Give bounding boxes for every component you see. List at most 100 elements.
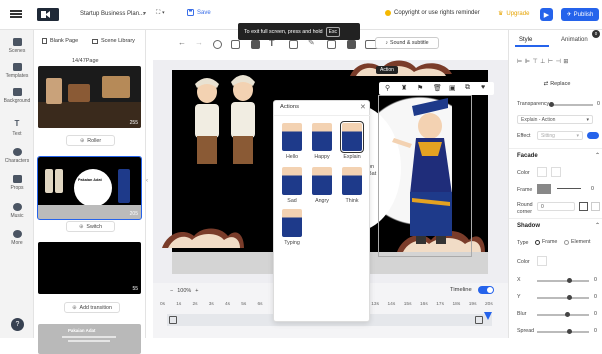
circle-tool-icon[interactable] xyxy=(213,40,222,49)
actions-title: Actions xyxy=(280,104,300,110)
rail-item-characters[interactable]: Characters xyxy=(0,148,34,164)
help-button[interactable]: ? xyxy=(11,318,24,331)
collapse-icon[interactable]: ⌃ xyxy=(595,222,600,229)
transition-button[interactable]: ⊕ Switch xyxy=(66,221,115,232)
rail-item-text[interactable]: T Text xyxy=(0,120,34,138)
eyedropper-icon[interactable] xyxy=(551,167,561,177)
explaining-woman-character[interactable] xyxy=(392,98,470,250)
shadow-x-slider[interactable] xyxy=(537,280,589,282)
shape-tool-icon[interactable] xyxy=(347,40,356,49)
tab-scene-library[interactable]: Scene Library xyxy=(92,38,135,44)
corner-all-icon[interactable] xyxy=(579,202,588,211)
zoom-in-icon[interactable]: + xyxy=(195,288,198,294)
track-start-handle[interactable] xyxy=(169,316,177,324)
transition-button[interactable]: ⊕ Roller xyxy=(66,135,115,146)
timeline-toggle[interactable] xyxy=(478,286,494,294)
ruler-tick-label: 19s xyxy=(468,302,477,307)
shadow-blur-knob[interactable] xyxy=(565,312,570,317)
scene-thumbnail-selected[interactable]: Pakaian Adat 205 xyxy=(37,156,142,220)
link-tool-icon[interactable] xyxy=(251,40,260,49)
track-end-handle[interactable] xyxy=(475,316,483,324)
shadow-blur-slider[interactable] xyxy=(537,314,589,316)
rail-item-background[interactable]: Background xyxy=(0,88,34,104)
walk-icon[interactable]: ♜ xyxy=(401,84,407,92)
upgrade-button[interactable]: ♛ Upgrade xyxy=(498,10,529,18)
hamburger-menu-icon[interactable] xyxy=(10,8,22,20)
rail-item-scenes[interactable]: Scenes xyxy=(0,38,34,54)
sticker-tool-icon[interactable] xyxy=(327,40,336,49)
favorite-icon[interactable]: ♥ xyxy=(481,84,485,91)
effect-toggle[interactable] xyxy=(587,132,599,139)
scene-thumbnail[interactable]: Pakaian Adat xyxy=(38,324,141,354)
replace-button[interactable]: ⇄ Replace xyxy=(531,78,583,89)
zoom-control[interactable]: − 100% + xyxy=(170,288,199,294)
ruler-tick-label: 0s xyxy=(160,302,166,307)
tooltip-text: To exit full screen, press and hold xyxy=(244,28,323,35)
rail-item-music[interactable]: Music xyxy=(0,203,34,219)
delete-icon[interactable]: 🗑 xyxy=(433,84,442,92)
character-edit-icon[interactable]: ⚑ xyxy=(417,84,423,92)
action-item-think[interactable]: Think xyxy=(340,167,364,211)
cloud-ornament[interactable] xyxy=(160,220,246,252)
replace-icon: ⇄ xyxy=(543,80,549,87)
tab-blank-page[interactable]: Blank Page xyxy=(42,38,78,44)
templates-icon xyxy=(12,63,22,71)
video-tool-icon[interactable] xyxy=(289,40,298,49)
collapse-panel-icon[interactable]: ‹ xyxy=(146,178,152,188)
action-icon[interactable]: ⚲ xyxy=(385,84,390,92)
save-button[interactable]: Save xyxy=(187,9,211,16)
round-corner-input[interactable]: 0 xyxy=(537,202,575,211)
shadow-spread-knob[interactable] xyxy=(567,329,572,334)
crop-tool-icon[interactable] xyxy=(231,40,240,49)
close-icon[interactable]: ✕ xyxy=(360,103,366,111)
type-radio-element[interactable]: Element xyxy=(564,239,590,245)
shadow-spread-slider[interactable] xyxy=(537,331,589,333)
rail-item-props[interactable]: Props xyxy=(0,175,34,191)
effect-select[interactable]: Sitting ▾ xyxy=(537,131,583,140)
shadow-y-slider[interactable] xyxy=(537,297,589,299)
frame-style-select[interactable] xyxy=(557,188,581,189)
scene-thumbnail[interactable]: 255 xyxy=(38,66,141,128)
tab-style[interactable]: Style xyxy=(519,37,532,43)
lock-icon[interactable]: ▣ xyxy=(449,84,456,92)
shadow-x-knob[interactable] xyxy=(567,278,572,283)
action-item-typing[interactable]: Typing xyxy=(280,209,304,253)
collapse-icon[interactable]: ⌃ xyxy=(595,152,600,159)
transparency-knob[interactable] xyxy=(549,102,554,107)
action-item-angry[interactable]: Angry xyxy=(310,167,334,211)
type-radio-frame[interactable]: Frame xyxy=(535,239,557,245)
action-item-sad[interactable]: Sad xyxy=(280,167,304,211)
ruler-tick-label: 17s xyxy=(436,302,444,307)
rail-item-templates[interactable]: Templates xyxy=(0,63,34,79)
transparency-slider[interactable] xyxy=(549,104,593,106)
align-tools[interactable]: ⊨⊫⊤⊥⊢⊣⊞ xyxy=(517,58,597,66)
rail-item-more[interactable]: More xyxy=(0,230,34,246)
redo-icon[interactable]: → xyxy=(195,38,204,47)
title-dropdown-icon[interactable]: ▾ xyxy=(143,10,146,17)
zoom-out-icon[interactable]: − xyxy=(170,288,173,294)
publish-label: Publish xyxy=(573,11,594,18)
sound-subtitle-button[interactable]: ♪ Sound & subtitle xyxy=(375,37,439,49)
corner-each-icon[interactable] xyxy=(591,202,600,211)
shadow-color-swatch[interactable] xyxy=(537,256,547,266)
document-title[interactable]: Startup Business Plan... xyxy=(80,11,144,17)
preview-play-button[interactable]: ▶ xyxy=(540,8,553,21)
color-swatch[interactable] xyxy=(537,167,547,177)
copy-icon[interactable]: ⧉ xyxy=(465,84,470,92)
publish-button[interactable]: ✈ Publish xyxy=(561,8,599,21)
action-item-explain[interactable]: Explain xyxy=(340,121,364,167)
action-item-hello[interactable]: Hello xyxy=(280,123,304,167)
copyright-reminder[interactable]: Copyright or use rights reminder xyxy=(385,10,480,16)
tab-animation[interactable]: Animation xyxy=(561,37,588,43)
add-transition-button[interactable]: ⊕ Add transition xyxy=(64,302,120,313)
scene-thumbnail[interactable]: 55 xyxy=(38,242,141,294)
cloud-ornament[interactable] xyxy=(346,56,456,82)
wedding-couple-character[interactable] xyxy=(185,70,273,170)
undo-icon[interactable]: ← xyxy=(178,38,187,47)
action-item-happy[interactable]: Happy xyxy=(310,123,334,167)
shadow-y-knob[interactable] xyxy=(567,295,572,300)
logo-icon[interactable] xyxy=(37,8,59,21)
resolution-button[interactable]: ⛶ ▾ xyxy=(156,10,165,17)
action-select[interactable]: Explain - Action ▾ xyxy=(517,115,593,124)
frame-color-swatch[interactable] xyxy=(537,184,551,194)
